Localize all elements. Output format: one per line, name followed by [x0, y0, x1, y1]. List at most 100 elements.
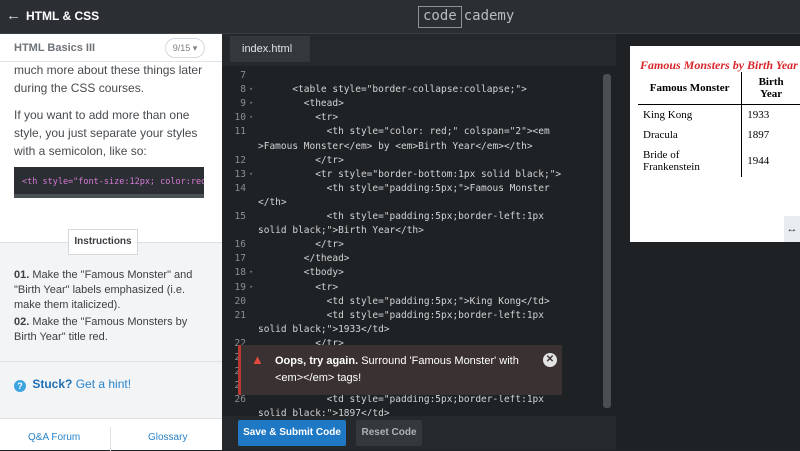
code-line[interactable]: solid black;">Birth Year</th>: [222, 223, 616, 238]
table-header: Famous Monster: [638, 72, 742, 105]
code-line[interactable]: 8 ▾ <table style="border-collapse:collaps…: [222, 82, 616, 97]
code-line[interactable]: 12 </tr>: [222, 153, 616, 168]
editor-scrollbar[interactable]: [603, 74, 611, 408]
logo-part-cademy: cademy: [463, 8, 515, 24]
code-text: <td style="padding:5px;">King Kong</td>: [258, 295, 550, 307]
code-text: <table style="border-collapse:collapse;"…: [258, 84, 527, 96]
code-line[interactable]: 19 ▾ <tr>: [222, 280, 616, 295]
fold-arrow-icon[interactable]: ▾: [249, 82, 253, 97]
code-text: <tr style="border-bottom:1px solid black…: [258, 168, 562, 180]
lesson-panel: HTML Basics III 9/15 ▾ much more about t…: [0, 34, 222, 451]
progress-dropdown[interactable]: 9/15 ▾: [165, 38, 205, 58]
line-number: 13: [234, 168, 246, 180]
instructions-steps: 01. Make the "Famous Monster" and "Birth…: [14, 268, 210, 347]
preview-page: Famous Monsters by Birth Year Famous Mon…: [630, 46, 800, 242]
code-line[interactable]: 14 <th style="padding:5px;">Famous Monst…: [222, 181, 616, 196]
editor-action-bar: Save & Submit Code Reset Code: [222, 416, 616, 450]
table-row: King Kong 1933: [638, 104, 800, 125]
save-submit-button[interactable]: Save & Submit Code: [238, 420, 346, 446]
code-text: <th style="padding:5px;">Famous Monster: [258, 182, 550, 194]
table-row: Dracula 1897: [638, 125, 800, 145]
table-cell: King Kong: [643, 109, 693, 121]
code-text: <thead>: [258, 98, 344, 110]
back-arrow-icon[interactable]: ←: [6, 8, 22, 24]
logo-part-code: code: [418, 6, 462, 28]
table-cell: Dracula: [643, 129, 678, 141]
code-text: solid black;">1933</td>: [258, 323, 390, 335]
course-title[interactable]: HTML & CSS: [26, 9, 99, 23]
hint-label: Stuck?: [32, 377, 73, 391]
hint-row[interactable]: ? Stuck? Get a hint!: [14, 377, 131, 392]
fold-arrow-icon[interactable]: ▾: [249, 265, 253, 280]
code-line[interactable]: 11 <th style="color: red;" colspan="2"><…: [222, 124, 616, 139]
file-tab-index[interactable]: index.html: [230, 36, 310, 62]
code-line[interactable]: 13 ▾ <tr style="border-bottom:1px solid b…: [222, 167, 616, 182]
table-row: Bride of Frankenstein 1944: [638, 145, 800, 177]
qa-forum-link[interactable]: Q&A Forum: [28, 432, 80, 443]
line-number: 7: [240, 70, 246, 81]
lesson-paragraph: much more about these things later durin…: [14, 63, 203, 95]
fold-arrow-icon[interactable]: ▾: [249, 110, 253, 125]
line-number: 11: [234, 126, 246, 138]
code-text: solid black;">1897</td>: [258, 408, 390, 416]
toast-title: Oops, try again.: [275, 355, 359, 367]
code-text: <th style="padding:5px;border-left:1px: [258, 211, 544, 222]
fold-arrow-icon[interactable]: ▾: [249, 167, 253, 182]
reset-code-button[interactable]: Reset Code: [356, 420, 422, 446]
step-number: 02.: [14, 316, 30, 328]
close-icon[interactable]: ✕: [543, 353, 557, 367]
toast-message: Oops, try again. Surround 'Famous Monste…: [275, 353, 545, 387]
expand-preview-icon[interactable]: ↔: [784, 216, 800, 242]
code-text: </tr>: [258, 239, 344, 251]
code-line[interactable]: 17 </thead>: [222, 251, 616, 266]
code-text: </th>: [258, 196, 287, 208]
get-hint-link[interactable]: Get a hint!: [76, 377, 131, 391]
code-text: <th style="color: red;" colspan="2"><em: [258, 126, 550, 138]
code-line[interactable]: 7: [222, 68, 616, 83]
code-text: </tr>: [258, 154, 344, 166]
fold-arrow-icon[interactable]: ▾: [249, 280, 253, 295]
code-line[interactable]: 15 <th style="padding:5px;border-left:1p…: [222, 209, 616, 224]
table-cell: 1897: [741, 125, 800, 145]
line-number: 16: [234, 239, 246, 251]
table-header-row: Famous Monster Birth Year: [638, 72, 800, 105]
codecademy-logo[interactable]: code cademy: [418, 6, 516, 28]
line-number: 17: [234, 253, 246, 265]
preview-pane: Famous Monsters by Birth Year Famous Mon…: [616, 34, 800, 450]
fold-arrow-icon[interactable]: ▾: [249, 96, 253, 111]
code-line[interactable]: >Famous Monster</em> by <em>Birth Year</…: [222, 139, 616, 154]
step-text: Make the "Famous Monster" and "Birth Yea…: [14, 269, 193, 311]
table-cell: 1944: [741, 145, 800, 177]
instructions-tab[interactable]: Instructions: [68, 229, 138, 255]
preview-table: Famous Monster Birth Year King Kong 1933…: [638, 72, 800, 177]
line-number: 14: [234, 182, 246, 194]
code-line[interactable]: solid black;">1897</td>: [222, 406, 616, 416]
divider: [0, 361, 222, 362]
preview-caption: Famous Monsters by Birth Year: [640, 58, 798, 72]
warning-icon: ▲: [251, 352, 264, 367]
glossary-link[interactable]: Glossary: [148, 432, 187, 443]
table-cell: 1933: [741, 104, 800, 125]
code-line[interactable]: solid black;">1933</td>: [222, 322, 616, 337]
code-text: </thead>: [258, 253, 350, 265]
lesson-paragraph: If you want to add more than one style, …: [14, 108, 198, 158]
code-line[interactable]: 18 ▾ <tbody>: [222, 265, 616, 280]
code-line[interactable]: 10 ▾ <tr>: [222, 110, 616, 125]
line-number: 21: [234, 309, 246, 321]
code-text: <tr>: [258, 112, 339, 124]
line-number: 20: [234, 295, 246, 307]
code-sample-scrollbar[interactable]: [14, 194, 204, 198]
line-number: 19: [234, 281, 246, 293]
code-line[interactable]: 20 <td style="padding:5px;">King Kong</t…: [222, 294, 616, 309]
code-line[interactable]: 16 </tr>: [222, 237, 616, 252]
instruction-step: 02. Make the "Famous Monsters by Birth Y…: [14, 315, 210, 345]
line-number: 15: [234, 211, 246, 222]
step-text: Make the "Famous Monsters by Birth Year"…: [14, 316, 188, 343]
code-line[interactable]: 9 ▾ <thead>: [222, 96, 616, 111]
code-text: solid black;">Birth Year</th>: [258, 225, 424, 237]
code-line[interactable]: </th>: [222, 195, 616, 210]
line-number: 8: [240, 84, 246, 96]
lesson-text: much more about these things later durin…: [14, 61, 210, 169]
step-number: 01.: [14, 269, 30, 281]
code-line[interactable]: 21 <td style="padding:5px;border-left:1p…: [222, 308, 616, 323]
